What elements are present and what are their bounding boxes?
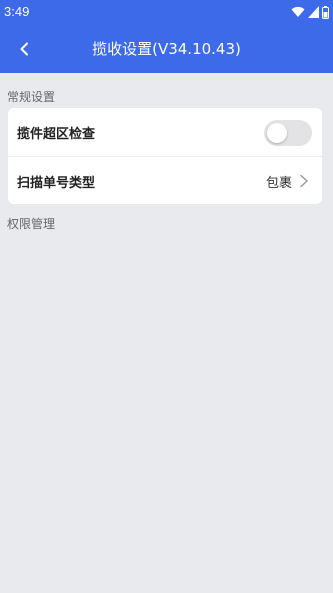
section-label-general: 常规设置 <box>7 90 56 104</box>
scan-number-type-value: 包裹 <box>265 175 292 191</box>
setting-row-scan-number-type[interactable]: 扫描单号类型 包裹 <box>8 157 322 204</box>
chevron-right-icon <box>300 174 308 188</box>
setting-row-out-of-area-check: 揽件超区检查 <box>8 108 322 156</box>
battery-icon <box>322 5 329 19</box>
page-title: 揽收设置(V34.10.43) <box>92 40 241 58</box>
status-icons <box>291 5 329 19</box>
status-time: 3:49 <box>4 4 30 19</box>
setting-label-scan-number-type: 扫描单号类型 <box>17 175 96 191</box>
wifi-icon <box>291 6 305 17</box>
general-settings-card: 揽件超区检查 扫描单号类型 包裹 <box>8 108 322 204</box>
toggle-knob <box>267 123 287 143</box>
signal-icon <box>308 6 319 18</box>
section-label-permissions: 权限管理 <box>7 217 56 231</box>
status-bar: 3:49 <box>0 0 333 25</box>
app-header: 揽收设置(V34.10.43) <box>0 25 333 73</box>
out-of-area-check-toggle[interactable] <box>264 120 312 146</box>
setting-label-out-of-area-check: 揽件超区检查 <box>17 126 96 142</box>
